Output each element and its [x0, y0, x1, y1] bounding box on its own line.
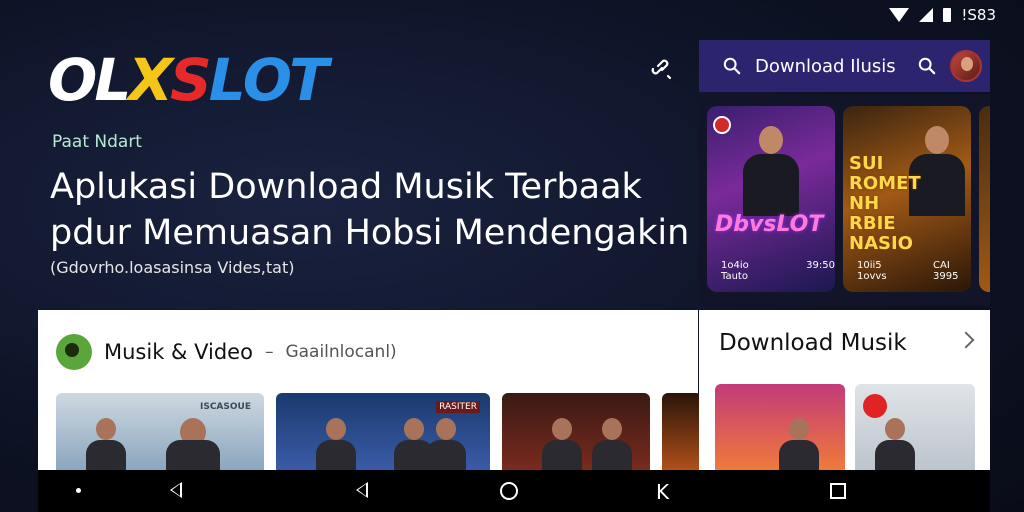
- poster-card[interactable]: SUI ROMET NH RBIE NASIO 10ii5 1ovvs CAI …: [843, 106, 971, 292]
- thumbnail-tag: RASITER: [436, 401, 480, 413]
- poster-meta-right: 39:50: [806, 260, 835, 271]
- poster-carousel: DbvsLOT 1o4io Tauto 39:50 SUI ROMET NH R…: [699, 94, 990, 306]
- poster-meta: 1o4io Tauto 39:50: [721, 260, 835, 282]
- hero-kicker: Paat Ndart: [52, 132, 142, 152]
- search-input[interactable]: Download Ilusis: [755, 56, 904, 77]
- brand-logo: OLXSLOT: [48, 46, 329, 114]
- status-bar: !S83: [889, 6, 996, 24]
- thumbnail-tag: ISCASOUE: [200, 402, 251, 412]
- search-submit-icon[interactable]: [918, 57, 936, 75]
- logo-letter: O: [242, 46, 292, 114]
- poster-title: SUI ROMET NH RBIE NASIO: [849, 153, 921, 254]
- video-thumbnail[interactable]: [502, 393, 650, 470]
- hero-headline: Aplukasi Download Musik Terbaak pdur Mem…: [50, 164, 690, 256]
- card-header[interactable]: Musik & Video – Gaailnlocanl): [56, 334, 397, 370]
- poster-title: DbvsLOT: [715, 212, 824, 237]
- music-thumbnail[interactable]: [855, 384, 975, 470]
- status-time: !S83: [961, 6, 996, 24]
- poster-meta: 10ii5 1ovvs CAI 3995: [857, 260, 971, 282]
- card-subtitle: Gaailnlocanl): [285, 342, 397, 362]
- download-music-card: Download Musik: [699, 310, 990, 470]
- link-icon[interactable]: [650, 56, 674, 80]
- music-video-card: Musik & Video – Gaailnlocanl) ISCASOUE R…: [38, 310, 702, 470]
- search-icon[interactable]: [723, 57, 741, 75]
- poster-card[interactable]: DbvsLOT 1o4io Tauto 39:50: [707, 106, 835, 292]
- person-figure: [166, 418, 220, 470]
- person-figure: [426, 418, 466, 470]
- search-bar[interactable]: Download Ilusis: [699, 40, 990, 92]
- dot-icon: [76, 488, 81, 493]
- badge-icon: [713, 116, 731, 134]
- play-badge-icon: [863, 394, 887, 418]
- card-title: Musik & Video: [104, 340, 253, 364]
- video-thumbnail[interactable]: ISCASOUE: [56, 393, 264, 470]
- poster-meta-left: 1o4io Tauto: [721, 260, 749, 282]
- logo-letter: T: [289, 46, 329, 114]
- wifi-icon: [889, 8, 910, 22]
- person-figure: [875, 418, 915, 470]
- chevron-right-icon[interactable]: [957, 331, 975, 349]
- music-icon: [56, 334, 92, 370]
- poster-meta-right: CAI 3995: [933, 260, 959, 282]
- artist-figure: [743, 126, 799, 216]
- person-figure: [316, 418, 356, 470]
- video-thumbnail[interactable]: RASITER: [276, 393, 490, 470]
- back-icon[interactable]: [170, 482, 182, 498]
- person-figure: [779, 418, 819, 470]
- navigation-bar: K: [38, 470, 990, 512]
- music-thumbnail[interactable]: [715, 384, 845, 470]
- side-card-title[interactable]: Download Musik: [719, 330, 907, 356]
- card-separator: –: [264, 342, 274, 362]
- logo-letter: X: [128, 46, 173, 114]
- battery-icon: [943, 8, 952, 22]
- logo-letter: L: [94, 46, 131, 114]
- headline-line-2: pdur Memuasan Hobsi Mendengakin: [50, 213, 690, 253]
- poster-meta-left: 10ii5 1ovvs: [857, 260, 887, 282]
- thumbnail-row: ISCASOUE RASITER: [56, 393, 702, 470]
- avatar[interactable]: [950, 50, 982, 82]
- poster-card-partial[interactable]: [979, 106, 990, 292]
- recent-apps-icon[interactable]: [830, 483, 846, 499]
- signal-icon: [919, 8, 934, 22]
- person-figure: [542, 418, 582, 470]
- person-figure: [592, 418, 632, 470]
- logo-letter: O: [48, 46, 97, 114]
- back-icon[interactable]: [356, 482, 368, 498]
- hero-subline: (Gdovrho.loasasinsa Vides,tat): [50, 258, 295, 277]
- logo-letter: S: [170, 46, 212, 114]
- home-icon[interactable]: [500, 482, 518, 500]
- headline-line-1: Aplukasi Download Musik Terbaak: [50, 167, 642, 207]
- logo-letter: L: [208, 46, 246, 114]
- k-icon[interactable]: K: [656, 480, 669, 504]
- side-thumbnail-row: [715, 384, 975, 470]
- video-thumbnail-partial[interactable]: [662, 393, 702, 470]
- person-figure: [86, 418, 126, 470]
